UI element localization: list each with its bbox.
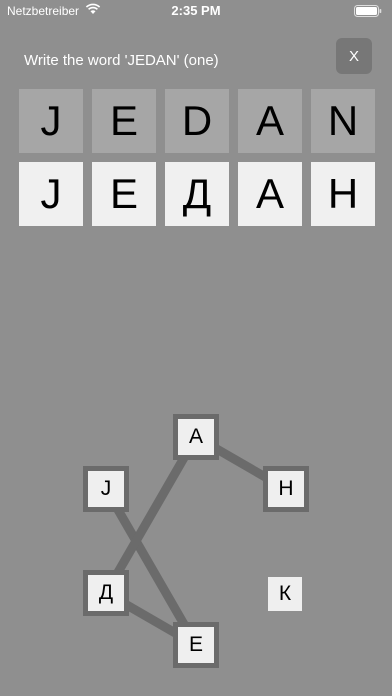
letter-node-k[interactable]: К bbox=[268, 577, 302, 611]
letter-node-e[interactable]: Е bbox=[173, 622, 219, 668]
letter-node-a[interactable]: А bbox=[173, 414, 219, 460]
letter-node-j[interactable]: J bbox=[83, 466, 129, 512]
connection-lines bbox=[101, 432, 291, 650]
letter-puzzle: А Н J Д К Е bbox=[0, 0, 392, 696]
letter-node-d[interactable]: Д bbox=[83, 570, 129, 616]
letter-node-n[interactable]: Н bbox=[263, 466, 309, 512]
